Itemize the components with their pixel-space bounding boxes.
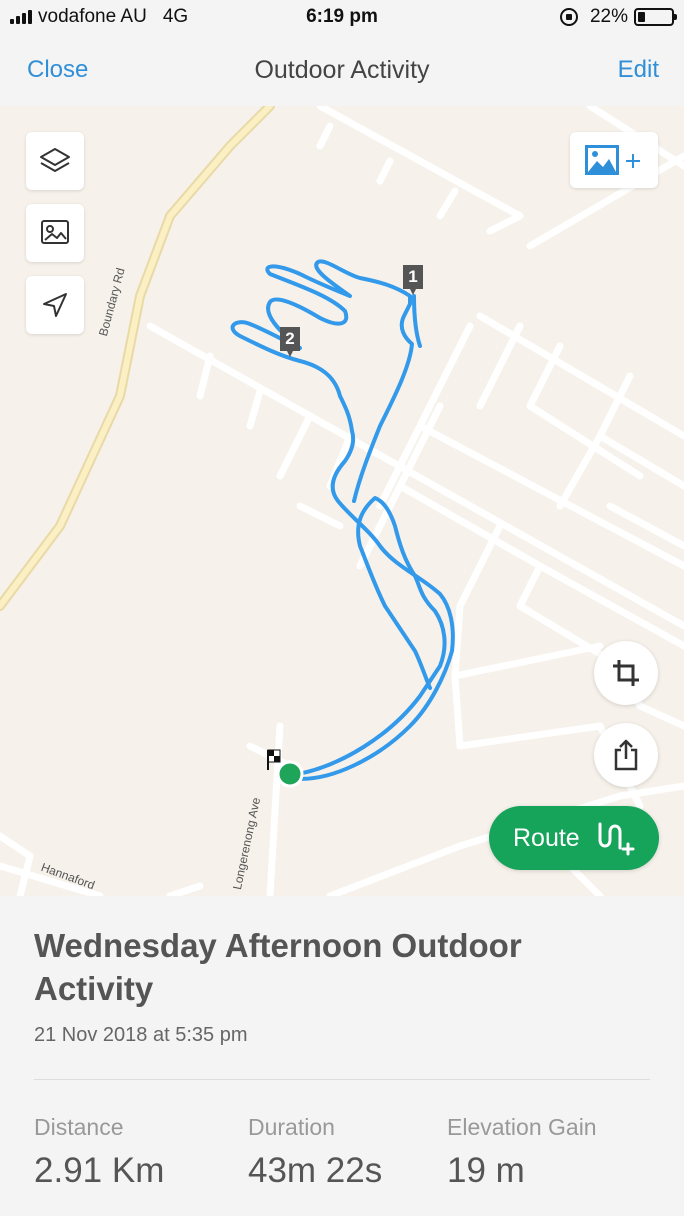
add-photo-button[interactable] <box>570 132 658 188</box>
stat-value: 43m 22s <box>248 1151 383 1190</box>
stat-distance: Distance 2.91 Km <box>34 1114 164 1191</box>
share-button[interactable] <box>594 723 658 787</box>
battery-icon <box>634 8 677 26</box>
lap-marker-2[interactable]: 2 <box>278 325 302 358</box>
stat-value: 2.91 Km <box>34 1151 165 1190</box>
status-bar: vodafone AU 4G 6:19 pm 22% <box>0 0 684 36</box>
locate-me-button[interactable] <box>26 276 84 334</box>
lap-marker-1-label: 1 <box>408 267 418 286</box>
stat-label: Distance <box>34 1114 124 1140</box>
activity-title[interactable]: Wednesday Afternoon Outdoor Activity <box>34 924 594 1010</box>
route-button[interactable]: Route <box>489 806 659 870</box>
lap-marker-1[interactable]: 1 <box>401 263 425 296</box>
edit-button[interactable]: Edit <box>618 56 659 84</box>
activity-map[interactable]: 1 2 Boundary Rd Longerenong Ave Hannafor… <box>0 106 684 896</box>
battery-fill <box>638 12 646 22</box>
stat-elevation-gain: Elevation Gain 19 m <box>447 1114 597 1191</box>
stat-label: Elevation Gain <box>447 1114 597 1140</box>
crop-icon <box>613 660 639 686</box>
map-photos-button[interactable] <box>26 204 84 262</box>
crop-button[interactable] <box>594 641 658 705</box>
lap-marker-2-label: 2 <box>285 329 295 348</box>
photo-gallery-icon <box>41 220 69 244</box>
add-photo-icon <box>585 145 640 175</box>
activity-summary: Wednesday Afternoon Outdoor Activity 21 … <box>0 896 684 1216</box>
activity-track <box>230 259 455 781</box>
route-add-icon <box>598 822 635 856</box>
layers-icon <box>40 148 70 172</box>
rotation-lock-icon <box>559 8 578 26</box>
stat-duration: Duration 43m 22s <box>248 1114 382 1191</box>
nav-bar: Close Outdoor Activity Edit <box>0 36 684 106</box>
start-dot <box>276 760 304 788</box>
stat-value: 19 m <box>447 1151 525 1190</box>
activity-date: 21 Nov 2018 at 5:35 pm <box>34 1024 248 1046</box>
map-canvas <box>0 106 684 896</box>
location-arrow-icon <box>43 293 67 317</box>
street-network <box>0 106 684 896</box>
battery-percent: 22% <box>589 6 628 27</box>
stat-label: Duration <box>248 1114 335 1140</box>
map-layers-button[interactable] <box>26 132 84 190</box>
page-title: Outdoor Activity <box>254 56 430 84</box>
divider <box>34 1079 650 1080</box>
route-button-label: Route <box>513 823 580 852</box>
share-icon <box>614 739 638 771</box>
status-right: 22% <box>559 6 677 28</box>
